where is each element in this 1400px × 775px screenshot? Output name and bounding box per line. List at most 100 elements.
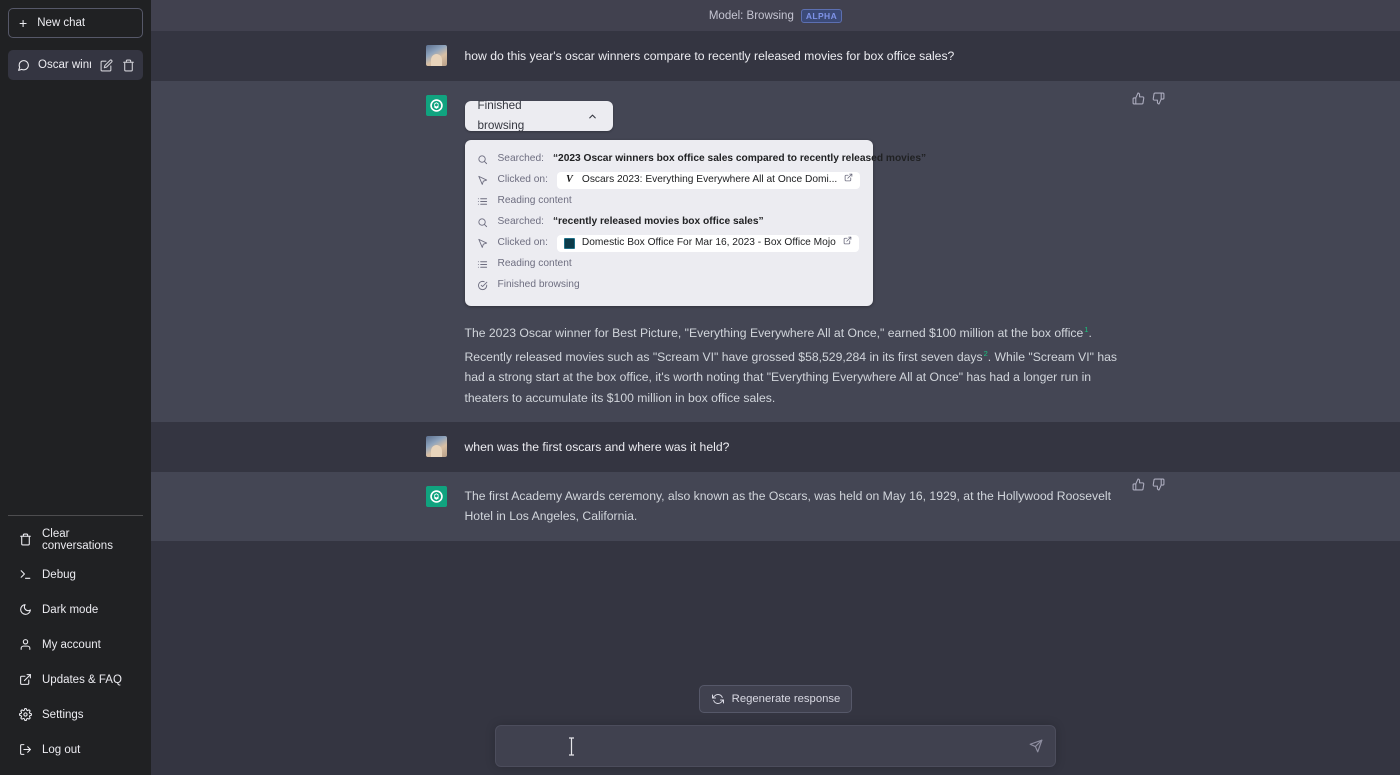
message-row-user: how do this year's oscar winners compare…: [151, 31, 1400, 81]
feedback-controls: [1132, 92, 1166, 106]
answer-part-1: The 2023 Oscar winner for Best Picture, …: [465, 326, 1084, 340]
message-row-user: when was the first oscars and where was …: [151, 422, 1400, 472]
boxofficemojo-icon: [564, 238, 575, 249]
moon-icon: [18, 603, 32, 617]
sidebar-item-label: Clear conversations: [42, 528, 133, 552]
conversation-thread: how do this year's oscar winners compare…: [151, 31, 1400, 775]
step-label: Finished browsing: [498, 275, 580, 296]
step-query: “2023 Oscar winners box office sales com…: [553, 149, 926, 170]
thumbs-up-icon[interactable]: [1132, 478, 1146, 492]
user-icon: [18, 638, 32, 652]
cursor-icon: [477, 174, 489, 186]
sidebar-spacer: [8, 80, 143, 515]
chat-bubble-icon: [16, 58, 30, 72]
model-label: Model: Browsing: [709, 10, 794, 22]
sidebar-item-settings[interactable]: Settings: [8, 697, 143, 732]
trash-icon[interactable]: [121, 58, 135, 72]
browse-step-reading-1: Reading content: [477, 191, 861, 211]
sidebar-item-label: Updates & FAQ: [42, 674, 122, 686]
external-link-icon: [844, 170, 853, 191]
sidebar-item-updates-faq[interactable]: Updates & FAQ: [8, 662, 143, 697]
chevron-up-icon: [586, 109, 600, 123]
avatar: [426, 95, 447, 116]
new-chat-label: New chat: [37, 17, 85, 29]
sidebar-item-dark-mode[interactable]: Dark mode: [8, 592, 143, 627]
chatgpt-app: + New chat Oscar winners: [0, 0, 1400, 775]
browse-step-clicked-1: Clicked on: V Oscars 2023: Everything Ev…: [477, 170, 861, 190]
assistant-answer-text: The 2023 Oscar winner for Best Picture, …: [465, 320, 1126, 408]
cursor-icon: [477, 237, 489, 249]
terminal-icon: [18, 568, 32, 582]
sidebar-footer-nav: Clear conversations Debug Dark mode My a…: [8, 515, 143, 775]
browse-step-finished: Finished browsing: [477, 275, 861, 295]
thumbs-down-icon[interactable]: [1152, 478, 1166, 492]
list-icon: [477, 195, 489, 207]
search-icon: [477, 153, 489, 165]
search-icon: [477, 216, 489, 228]
message-content: how do this year's oscar winners compare…: [426, 31, 1126, 81]
sidebar-item-label: Log out: [42, 744, 80, 756]
link-title: Domestic Box Office For Mar 16, 2023 - B…: [582, 233, 836, 254]
edit-icon[interactable]: [99, 58, 113, 72]
sidebar-item-label: My account: [42, 639, 101, 651]
sidebar: + New chat Oscar winners: [0, 0, 151, 775]
check-circle-icon: [477, 279, 489, 291]
finished-browsing-toggle[interactable]: Finished browsing: [465, 101, 613, 131]
message-content: when was the first oscars and where was …: [426, 422, 1126, 472]
browse-step-searched-2: Searched: “recently released movies box …: [477, 212, 861, 232]
sidebar-item-oscar-winners[interactable]: Oscar winners: [8, 50, 143, 80]
list-icon: [477, 258, 489, 270]
message-row-assistant: The first Academy Awards ceremony, also …: [151, 472, 1400, 541]
sidebar-item-label: Dark mode: [42, 604, 98, 616]
gear-icon: [18, 708, 32, 722]
sidebar-item-label: Settings: [42, 709, 84, 721]
browse-link-chip[interactable]: Domestic Box Office For Mar 16, 2023 - B…: [557, 235, 859, 252]
send-button[interactable]: [1029, 739, 1043, 753]
regenerate-label: Regenerate response: [732, 693, 841, 705]
composer-area: Regenerate response: [151, 685, 1400, 775]
browse-link-chip[interactable]: V Oscars 2023: Everything Everywhere All…: [557, 172, 860, 189]
browse-step-clicked-2: Clicked on: Domestic Box Office For Mar …: [477, 233, 861, 253]
refresh-icon: [711, 692, 725, 706]
browse-step-reading-2: Reading content: [477, 254, 861, 274]
avatar: [426, 45, 447, 66]
sidebar-item-my-account[interactable]: My account: [8, 627, 143, 662]
feedback-controls: [1132, 478, 1166, 492]
model-header: Model: Browsing ALPHA: [151, 0, 1400, 31]
main-panel: Model: Browsing ALPHA how do this year's…: [151, 0, 1400, 775]
thumbs-down-icon[interactable]: [1152, 92, 1166, 106]
assistant-answer-text: The first Academy Awards ceremony, also …: [465, 486, 1126, 527]
external-link-icon: [843, 233, 852, 254]
logout-icon: [18, 743, 32, 757]
avatar: [426, 486, 447, 507]
step-label: Searched:: [498, 212, 544, 233]
browse-step-searched-1: Searched: “2023 Oscar winners box office…: [477, 149, 861, 169]
thumbs-up-icon[interactable]: [1132, 92, 1146, 106]
assistant-message-body: Finished browsing Searched:: [465, 95, 1126, 409]
step-label: Reading content: [498, 191, 572, 212]
variety-icon: V: [564, 175, 575, 186]
message-content: Finished browsing Searched:: [426, 81, 1126, 423]
chat-input[interactable]: [510, 739, 1029, 753]
finished-browsing-label: Finished browsing: [478, 96, 560, 137]
sidebar-item-clear-conversations[interactable]: Clear conversations: [8, 522, 143, 557]
new-chat-button[interactable]: + New chat: [8, 8, 143, 38]
step-query: “recently released movies box office sal…: [553, 212, 764, 233]
assistant-message-body: The first Academy Awards ceremony, also …: [465, 486, 1126, 527]
step-label: Reading content: [498, 254, 572, 275]
step-label: Clicked on:: [498, 233, 548, 254]
regenerate-response-button[interactable]: Regenerate response: [699, 685, 853, 713]
message-composer[interactable]: [495, 725, 1056, 767]
status-badge: ALPHA: [801, 9, 842, 23]
conversation-title: Oscar winners: [38, 59, 91, 71]
user-message-text: when was the first oscars and where was …: [465, 436, 1126, 458]
external-link-icon: [18, 673, 32, 687]
sidebar-item-debug[interactable]: Debug: [8, 557, 143, 592]
sidebar-item-log-out[interactable]: Log out: [8, 732, 143, 767]
step-label: Clicked on:: [498, 170, 548, 191]
step-label: Searched:: [498, 149, 544, 170]
message-content: The first Academy Awards ceremony, also …: [426, 472, 1126, 541]
link-title: Oscars 2023: Everything Everywhere All a…: [582, 170, 837, 191]
message-row-assistant: Finished browsing Searched:: [151, 81, 1400, 423]
sidebar-item-label: Debug: [42, 569, 76, 581]
